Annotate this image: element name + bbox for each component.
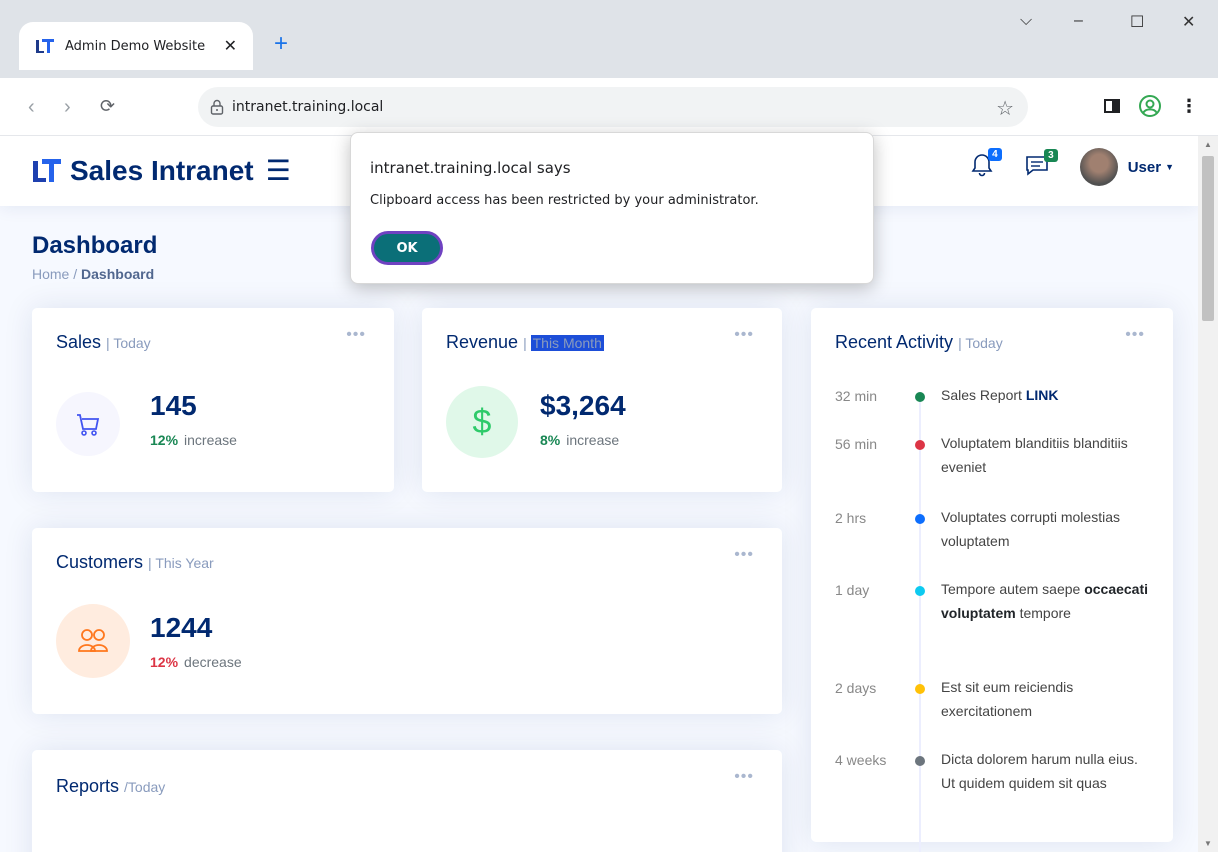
page-scrollbar[interactable]: ▲ ▼ (1198, 136, 1218, 852)
status-dot (915, 514, 925, 524)
sidebar-toggle-icon[interactable]: ☰ (266, 154, 291, 187)
address-toolbar: ‹ › ⟳ intranet.training.local ☆ ⋮ (0, 78, 1218, 136)
recent-activity-card: Recent Activity | Today ••• 32 min Sales… (811, 308, 1173, 852)
sales-change: 12% increase (150, 432, 237, 448)
new-tab-icon[interactable]: + (274, 30, 288, 58)
user-name: User (1127, 158, 1162, 176)
tab-title: Admin Demo Website (65, 38, 206, 54)
forward-icon[interactable]: › (64, 96, 71, 119)
dialog-message: Clipboard access has been restricted by … (370, 193, 759, 208)
side-panel-icon[interactable] (1104, 98, 1120, 114)
header-nav: 4 3 User ▼ (970, 147, 1174, 186)
revenue-change: 8% increase (540, 432, 620, 448)
status-dot (915, 586, 925, 596)
toolbar-right: ⋮ (1104, 94, 1198, 118)
more-options-icon[interactable]: ••• (734, 768, 754, 786)
caret-down-icon: ▼ (1165, 162, 1174, 172)
reload-icon[interactable]: ⟳ (100, 96, 115, 117)
messages-button[interactable]: 3 (1024, 148, 1058, 182)
url-text: intranet.training.local (232, 99, 384, 115)
dialog-title: intranet.training.local says (370, 159, 571, 177)
activity-card-title: Recent Activity | Today (835, 332, 1003, 352)
scroll-down-icon[interactable]: ▼ (1204, 839, 1212, 848)
status-dot (915, 684, 925, 694)
dollar-icon: $ (446, 386, 518, 458)
breadcrumb-separator: / (69, 266, 82, 282)
breadcrumb-home[interactable]: Home (32, 266, 69, 282)
scroll-up-icon[interactable]: ▲ (1204, 140, 1212, 149)
maximize-icon[interactable]: ☐ (1130, 12, 1144, 32)
breadcrumb: Home / Dashboard (32, 266, 157, 282)
close-window-icon[interactable]: ✕ (1182, 12, 1195, 32)
customers-change: 12% decrease (150, 654, 242, 670)
sales-value: 145 (150, 390, 197, 421)
brand-name: Sales Intranet (70, 154, 254, 186)
more-options-icon[interactable]: ••• (734, 546, 754, 564)
browser-menu-icon[interactable]: ⋮ (1180, 96, 1198, 117)
bookmark-star-icon[interactable]: ☆ (996, 96, 1014, 121)
notifications-button[interactable]: 4 (970, 147, 1002, 183)
brand-logo-icon (33, 158, 61, 182)
sales-card: Sales | Today ••• 145 12% increase (32, 308, 394, 492)
status-dot (915, 440, 925, 450)
more-options-icon[interactable]: ••• (734, 326, 754, 344)
revenue-card: Revenue | This Month ••• $ $3,264 8% incr… (422, 308, 782, 492)
people-icon (56, 604, 130, 678)
tab-close-icon[interactable]: ✕ (224, 36, 237, 56)
notifications-badge: 4 (988, 147, 1002, 161)
customers-card: Customers | This Year ••• 1244 12% decrea… (32, 528, 782, 714)
status-dot (915, 756, 925, 766)
address-input[interactable]: intranet.training.local ☆ (198, 87, 1028, 127)
messages-badge: 3 (1044, 148, 1058, 162)
activity-timeline-line (919, 392, 921, 852)
sales-card-title: Sales | Today (56, 332, 151, 352)
lock-icon[interactable] (210, 99, 224, 115)
status-dot (915, 392, 925, 402)
breadcrumb-current: Dashboard (81, 266, 155, 282)
ok-button[interactable]: OK (371, 231, 443, 265)
avatar (1079, 148, 1118, 186)
customers-value: 1244 (150, 612, 213, 643)
brand[interactable]: Sales Intranet ☰ (32, 154, 291, 187)
revenue-card-title: Revenue | This Month (446, 332, 604, 352)
revenue-value: $3,264 (540, 390, 626, 421)
tab-search-dropdown-icon[interactable]: ⌵ (1020, 12, 1032, 30)
cart-icon (56, 392, 120, 456)
reports-card: Reports /Today ••• (32, 750, 782, 852)
page-title: Dashboard (32, 232, 158, 259)
customers-card-title: Customers | This Year (56, 552, 214, 572)
page-title-block: Dashboard Home / Dashboard (32, 232, 157, 282)
user-menu[interactable]: User ▼ (1079, 148, 1174, 186)
back-icon[interactable]: ‹ (28, 96, 35, 119)
more-options-icon[interactable]: ••• (1125, 326, 1145, 344)
activity-link[interactable]: LINK (1026, 387, 1059, 403)
reports-card-title: Reports /Today (56, 776, 166, 796)
site-logo-icon (36, 39, 54, 53)
minimize-icon[interactable]: – (1074, 12, 1083, 30)
browser-tab-bar: Admin Demo Website ✕ + ⌵ – ☐ ✕ (0, 0, 1218, 78)
alert-dialog: intranet.training.local says Clipboard a… (350, 132, 874, 284)
profile-icon[interactable] (1138, 94, 1162, 118)
browser-tab[interactable]: Admin Demo Website ✕ (19, 22, 253, 70)
more-options-icon[interactable]: ••• (346, 326, 366, 344)
scroll-thumb[interactable] (1202, 156, 1214, 321)
